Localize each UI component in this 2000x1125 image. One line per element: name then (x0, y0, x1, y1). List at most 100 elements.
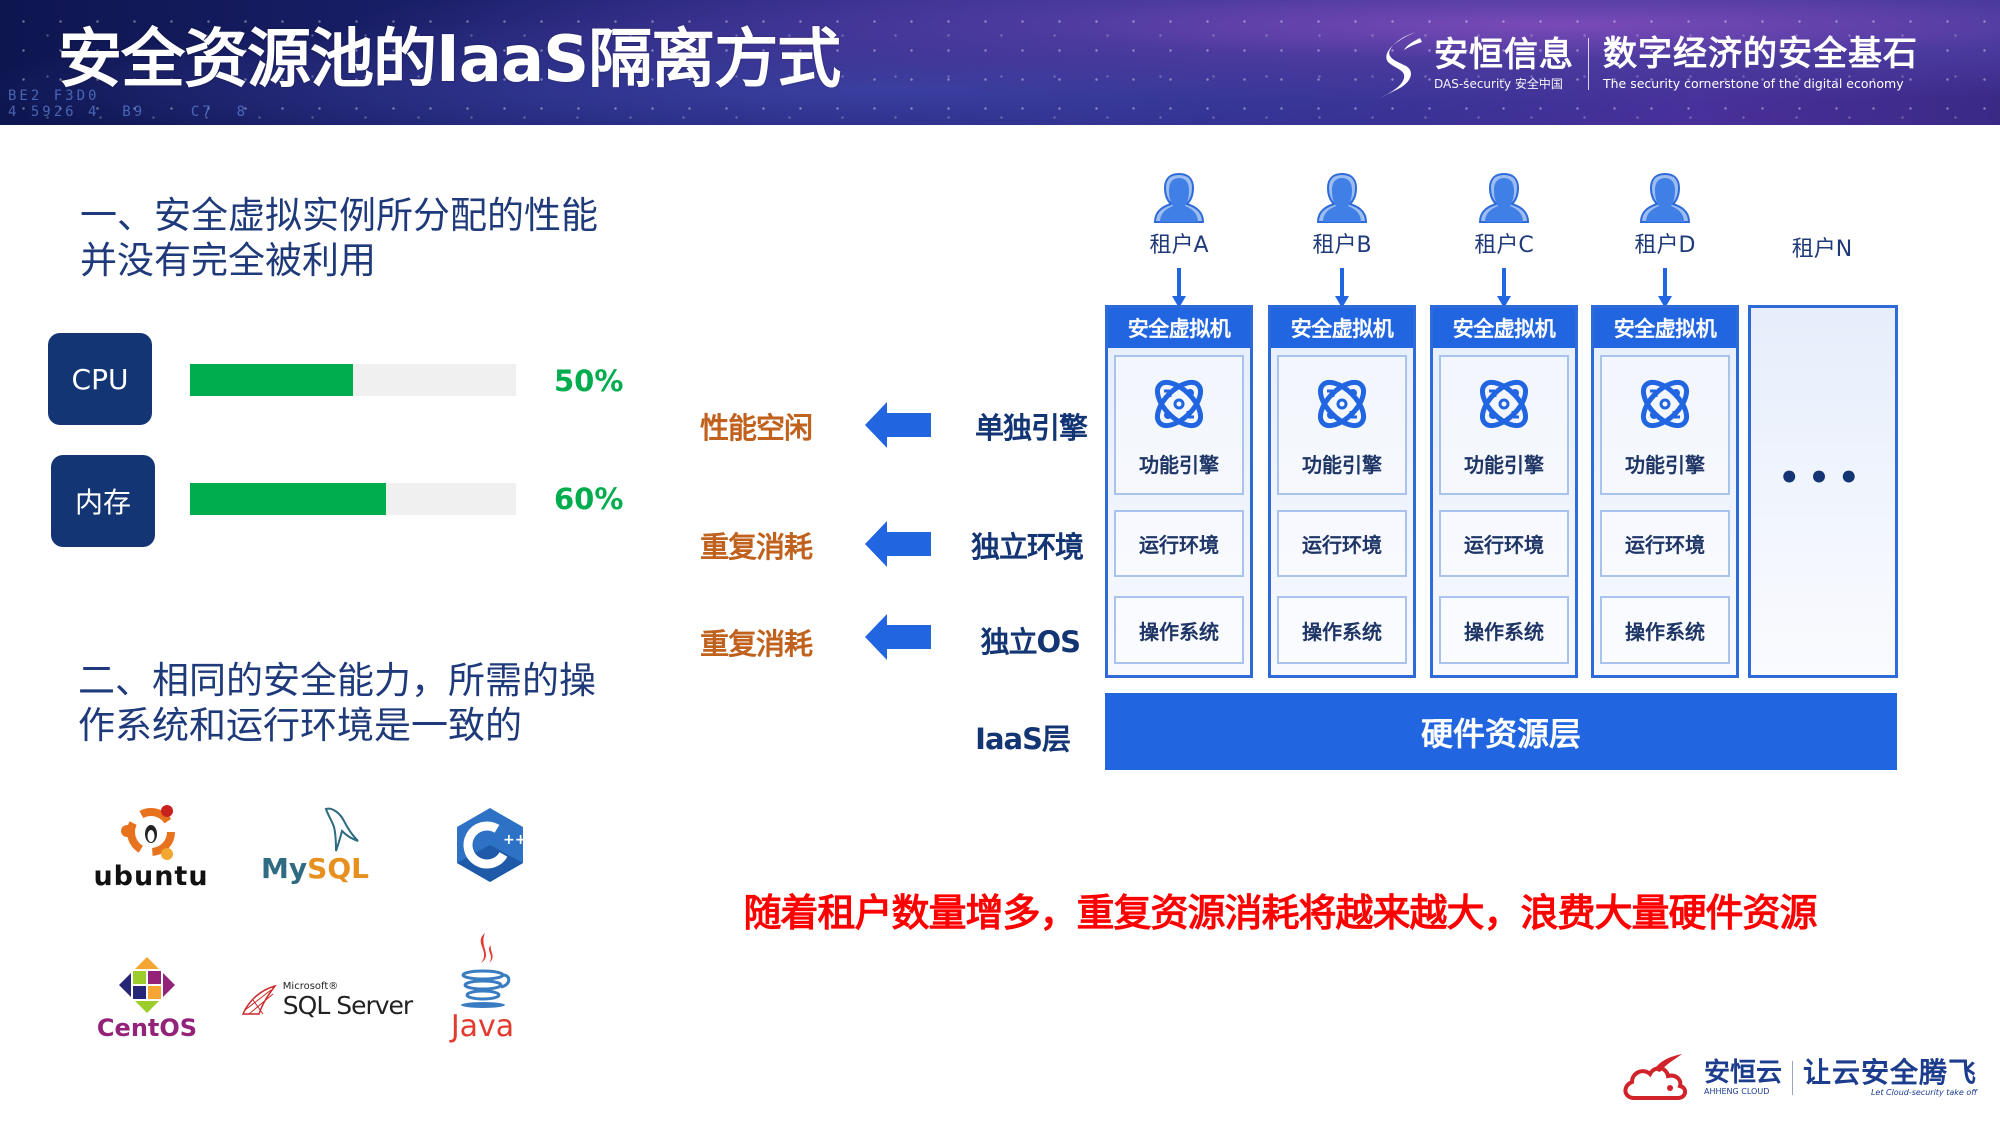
tenant-4: 租户N (1748, 228, 1896, 264)
footer-slogan-english: Let Cloud-security take off (1870, 1088, 1978, 1097)
das-security-logo-icon (1380, 31, 1422, 98)
footer-slogan: 让云安全腾飞 (1803, 1056, 1978, 1089)
section-heading-2-line1: 二、相同的安全能力，所需的操 (78, 659, 596, 702)
security-vm-column: 安全虚拟机功能引擎运行环境操作系统 (1105, 305, 1253, 678)
mysql-wordmark-sql: SQL (307, 852, 369, 885)
down-arrow-icon (1497, 268, 1511, 308)
cpp-hexagon-icon: ++ (457, 808, 525, 882)
runtime-environment-label: 运行环境 (1625, 533, 1705, 557)
security-vm-title: 安全虚拟机 (1594, 308, 1736, 348)
footer-brand-logo: 安恒云 AHHENG CLOUD 让云安全腾飞 Let Cloud-securi… (1620, 1052, 1977, 1104)
brand-subtitle: DAS-security 安全中国 (1434, 76, 1563, 91)
sql-server-wordmark: SQL Server (282, 990, 413, 1020)
brand-divider (1588, 37, 1589, 90)
function-engine-label: 功能引擎 (1625, 452, 1705, 477)
operating-system-label: 操作系统 (1139, 619, 1219, 644)
section-heading-1: 一、安全虚拟实例所分配的性能 并没有完全被利用 (80, 193, 598, 283)
runtime-environment-box: 运行环境 (1439, 510, 1569, 577)
runtime-environment-label: 运行环境 (1139, 533, 1219, 557)
function-engine-icon (1479, 379, 1529, 428)
function-engine-box: 功能引擎 (1277, 355, 1407, 495)
section-heading-1-line1: 一、安全虚拟实例所分配的性能 (80, 194, 598, 237)
security-vm-title: 安全虚拟机 (1108, 308, 1250, 348)
tenant-2: 租户C (1430, 172, 1578, 308)
section-heading-1-line2: 并没有完全被利用 (80, 239, 376, 282)
left-arrow-icon (865, 402, 931, 448)
centos-wordmark: CentOS (96, 1014, 198, 1042)
ellipsis-indicator: ••• (1778, 457, 1868, 498)
mysql-wordmark-my: My (261, 852, 308, 885)
cause-label-single-engine: 单独引擎 (974, 411, 1088, 445)
mysql-logo: My SQL (250, 805, 380, 885)
operating-system-box: 操作系统 (1277, 596, 1407, 664)
operating-system-label: 操作系统 (1625, 619, 1705, 644)
sql-server-logo: Microsoft® SQL Server (238, 970, 413, 1030)
sql-server-microsoft-label: Microsoft® (282, 980, 339, 992)
java-coffee-cup-icon (460, 933, 510, 1008)
section-heading-2: 二、相同的安全能力，所需的操 作系统和运行环境是一致的 (78, 658, 596, 748)
ubuntu-wordmark: ubuntu (93, 861, 209, 892)
function-engine-box: 功能引擎 (1439, 355, 1569, 495)
brand-name: 安恒信息 (1434, 34, 1574, 75)
centos-emblem-icon (119, 957, 175, 1013)
tenant-label: 租户A (1149, 233, 1209, 258)
down-arrow-icon (1658, 268, 1672, 308)
cause-label-independent-environment: 独立环境 (970, 530, 1084, 564)
conclusion-note: 随着租户数量增多，重复资源消耗将越来越大，浪费大量硬件资源 (743, 891, 1817, 935)
centos-logo: CentOS (92, 948, 202, 1048)
effect-label-repeated-consumption-2: 重复消耗 (700, 627, 813, 661)
java-wordmark: Java (450, 1009, 515, 1044)
security-vm-column: 安全虚拟机功能引擎运行环境操作系统 (1268, 305, 1416, 678)
tenant-label: 租户C (1474, 233, 1534, 258)
footer-cloud-subtitle: AHHENG CLOUD (1704, 1087, 1770, 1096)
cpu-usage-bar (190, 364, 516, 396)
cpu-metric-box: CPU (48, 333, 152, 425)
runtime-environment-box: 运行环境 (1114, 510, 1244, 577)
operating-system-box: 操作系统 (1114, 596, 1244, 664)
cause-label-independent-os: 独立OS (980, 625, 1081, 659)
tenant-0: 租户A (1105, 172, 1253, 308)
more-tenants-column: ••• (1748, 305, 1898, 678)
memory-usage-bar-fill (190, 483, 386, 515)
left-arrow-icon (865, 614, 931, 660)
user-avatar-icon (1153, 172, 1205, 223)
page-title: 安全资源池的IaaS隔离方式 (58, 23, 841, 97)
mysql-dolphin-icon (324, 807, 359, 852)
section-heading-2-line2: 作系统和运行环境是一致的 (78, 704, 522, 747)
cpu-usage-value: 50% (554, 364, 624, 398)
function-engine-icon (1154, 379, 1204, 428)
function-engine-box: 功能引擎 (1600, 355, 1730, 495)
tenant-label: 租户D (1634, 233, 1696, 258)
security-vm-title: 安全虚拟机 (1271, 308, 1413, 348)
brand-logo: 安恒信息 DAS-security 安全中国 数字经济的安全基石 The sec… (1376, 26, 1918, 101)
function-engine-box: 功能引擎 (1114, 355, 1244, 495)
down-arrow-icon (1335, 268, 1349, 308)
brand-slogan: 数字经济的安全基石 (1603, 34, 1918, 74)
cpu-usage-bar-fill (190, 364, 353, 396)
tenant-3: 租户D (1591, 172, 1739, 308)
brand-slogan-english: The security cornerstone of the digital … (1603, 76, 1904, 91)
svg-text:++: ++ (503, 832, 525, 848)
security-vm-column: 安全虚拟机功能引擎运行环境操作系统 (1591, 305, 1739, 678)
ahheng-cloud-icon (1623, 1054, 1687, 1100)
memory-metric-box: 内存 (51, 455, 155, 547)
runtime-environment-box: 运行环境 (1600, 510, 1730, 577)
hardware-resource-layer: 硬件资源层 (1105, 693, 1897, 770)
memory-usage-bar (190, 483, 516, 515)
user-avatar-icon (1316, 172, 1368, 223)
function-engine-label: 功能引擎 (1302, 452, 1382, 477)
footer-cloud-name: 安恒云 (1704, 1058, 1783, 1088)
sql-server-icon (241, 984, 277, 1015)
user-avatar-icon (1478, 172, 1530, 223)
runtime-environment-box: 运行环境 (1277, 510, 1407, 577)
function-engine-label: 功能引擎 (1464, 452, 1544, 477)
footer-divider (1792, 1061, 1794, 1095)
cpp-logo: ++ (452, 803, 528, 887)
user-avatar-icon (1639, 172, 1691, 223)
iaas-layer-label: IaaS层 (975, 722, 1071, 756)
runtime-environment-label: 运行环境 (1302, 533, 1382, 557)
function-engine-label: 功能引擎 (1139, 452, 1219, 477)
memory-usage-value: 60% (554, 482, 624, 516)
effect-label-repeated-consumption-1: 重复消耗 (700, 530, 813, 564)
effect-label-idle-performance: 性能空闲 (700, 411, 813, 445)
